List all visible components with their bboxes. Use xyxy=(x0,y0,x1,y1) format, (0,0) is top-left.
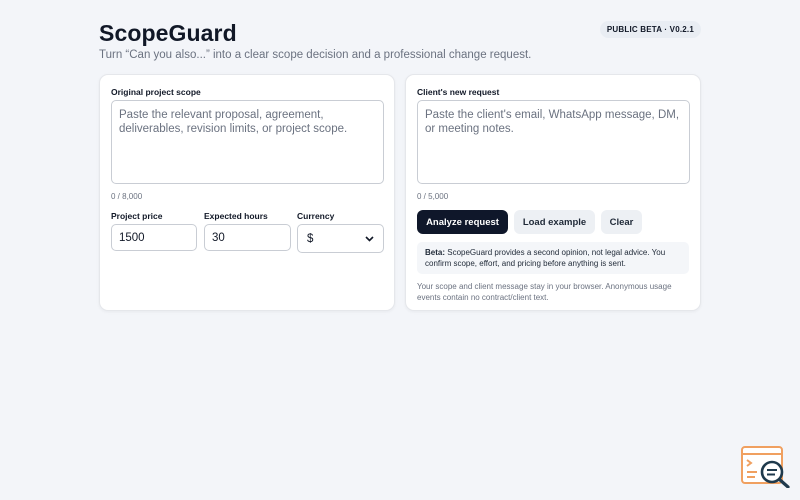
currency-label: Currency xyxy=(297,211,335,221)
beta-disclaimer: Beta: ScopeGuard provides a second opini… xyxy=(417,242,689,274)
currency-value: $ xyxy=(307,232,314,245)
header: ScopeGuard Turn “Can you also...” into a… xyxy=(99,18,701,74)
scope-textarea[interactable] xyxy=(111,100,384,184)
hours-label: Expected hours xyxy=(204,211,268,221)
price-input[interactable] xyxy=(111,224,197,251)
scope-label: Original project scope xyxy=(111,87,201,97)
privacy-note: Your scope and client message stay in yo… xyxy=(417,282,672,302)
clear-button[interactable]: Clear xyxy=(601,210,642,234)
analyze-request-button[interactable]: Analyze request xyxy=(417,210,508,234)
app-container: ScopeGuard Turn “Can you also...” into a… xyxy=(99,18,701,311)
tagline: Turn “Can you also...” into a clear scop… xyxy=(99,49,532,61)
request-card: Client's new request 0 / 5,000 Analyze r… xyxy=(405,74,701,311)
project-card: Original project scope 0 / 8,000 Project… xyxy=(99,74,395,311)
app-title: ScopeGuard xyxy=(99,20,237,46)
cards-row: Original project scope 0 / 8,000 Project… xyxy=(99,74,701,331)
price-label: Project price xyxy=(111,211,163,221)
request-label: Client's new request xyxy=(417,87,500,97)
version-badge: PUBLIC BETA · V0.2.1 xyxy=(599,21,701,38)
request-counter: 0 / 5,000 xyxy=(417,192,449,201)
beta-text: ScopeGuard provides a second opinion, no… xyxy=(425,248,666,268)
beta-prefix: Beta: xyxy=(425,248,446,257)
scope-counter: 0 / 8,000 xyxy=(111,192,143,201)
hours-input[interactable] xyxy=(204,224,291,251)
chevron-down-icon xyxy=(365,234,374,244)
load-example-button[interactable]: Load example xyxy=(514,210,595,234)
currency-select[interactable]: $ xyxy=(297,224,384,253)
scope-search-logo-icon xyxy=(741,446,791,489)
request-textarea[interactable] xyxy=(417,100,690,184)
